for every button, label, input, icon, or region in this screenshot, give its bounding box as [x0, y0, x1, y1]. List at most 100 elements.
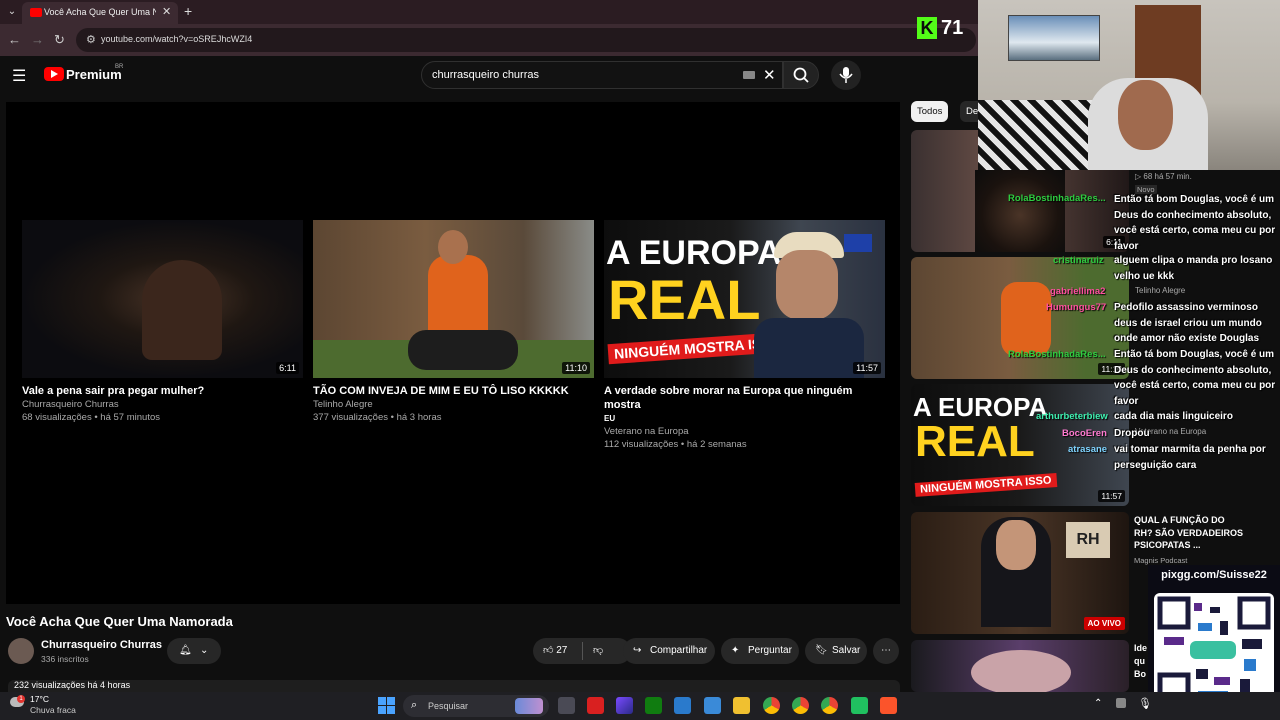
ask-button[interactable]: ✦ Perguntar: [721, 638, 799, 664]
taskbar-search-placeholder[interactable]: Pesquisar: [428, 701, 468, 711]
sidebar-video-2-channel[interactable]: Telinho Alegre: [1135, 286, 1185, 295]
tray-app-icon[interactable]: [1116, 698, 1126, 708]
weather-alert-badge: 1: [17, 695, 25, 703]
youtube-header: ☰ Premium BR churrasqueiro churras ✕: [0, 56, 980, 96]
video-duration: 11:10: [562, 362, 590, 374]
bookmark-icon: 🔖︎: [815, 645, 828, 656]
sidebar-video-4-channel[interactable]: Magnis Podcast: [1134, 556, 1187, 565]
share-button[interactable]: ↪ Compartilhar: [623, 638, 715, 664]
chat-message: cada dia mais linguiceiro: [1114, 411, 1233, 422]
endscreen-stats: 112 visualizações • há 2 semanas: [604, 439, 747, 450]
video-duration: 6:11: [276, 362, 299, 374]
chat-username: Humungus77: [1046, 302, 1107, 313]
back-arrow-icon[interactable]: ←: [8, 32, 21, 47]
vpn-app-icon[interactable]: [616, 697, 633, 714]
sidebar-video-4-title[interactable]: QUAL A FUNÇÃO DO RH? SÃO VERDADEIROS PSI…: [1134, 514, 1244, 552]
search-button[interactable]: [783, 61, 819, 89]
search-input[interactable]: churrasqueiro churras ✕: [421, 61, 783, 89]
address-bar[interactable]: ⚙ youtube.com/watch?v=oSREJhcWZI4: [76, 28, 976, 52]
reload-icon[interactable]: ↻: [54, 32, 65, 48]
chat-message: Dropou: [1114, 428, 1150, 439]
messaging-app-icon[interactable]: [851, 697, 868, 714]
keyboard-icon[interactable]: [743, 71, 755, 79]
tab-close-icon[interactable]: ✕: [162, 5, 171, 18]
endscreen-thumbnail[interactable]: 11:10: [313, 220, 594, 378]
more-vertical-icon: ⋯: [881, 645, 891, 656]
endscreen-channel[interactable]: Veterano na Europa: [604, 425, 885, 438]
youtube-brand[interactable]: Premium: [66, 67, 122, 82]
wall-painting: [1008, 15, 1100, 61]
sidebar-video-4[interactable]: RH AO VIVO: [911, 512, 1129, 634]
inset-video: [975, 170, 1065, 252]
thumbnail-headline: A EUROPA: [606, 234, 782, 272]
browser-tab-active[interactable]: Você Acha Que Quer Uma Namorada ✕: [22, 2, 178, 24]
file-explorer-icon[interactable]: [733, 697, 750, 714]
endscreen-thumbnail[interactable]: 6:11: [22, 220, 303, 378]
endscreen-channel[interactable]: Churrasqueiro Churras: [22, 398, 303, 411]
ask-label: Perguntar: [748, 645, 792, 656]
endscreen-video-title[interactable]: A verdade sobre morar na Europa que ning…: [604, 384, 885, 412]
webcam-overlay: [978, 0, 1280, 170]
remote-desktop-icon[interactable]: [704, 697, 721, 714]
forward-arrow-icon[interactable]: →: [31, 32, 44, 47]
chip-all[interactable]: Todos: [911, 101, 949, 122]
url-text[interactable]: youtube.com/watch?v=oSREJhcWZI4: [101, 34, 252, 44]
endscreen-channel[interactable]: Telinho Alegre: [313, 398, 594, 411]
youtube-app-icon[interactable]: [587, 697, 604, 714]
weather-condition[interactable]: Chuva fraca: [30, 705, 76, 715]
endscreen-video-3[interactable]: A EUROPA REAL NINGUÉM MOSTRA ISSO 11:57 …: [604, 220, 885, 451]
endscreen-video-title[interactable]: TÃO COM INVEJA DE MIM E EU TÔ LISO KKKKK: [313, 384, 594, 398]
chat-message: Pedofilo assassino verminoso deus de isr…: [1114, 302, 1262, 344]
weather-temperature[interactable]: 17°C: [30, 694, 49, 704]
chat-username: atrasane: [1068, 444, 1108, 455]
task-view-icon[interactable]: [558, 697, 575, 714]
sidebar-video-2[interactable]: 11:10: [911, 257, 1129, 379]
chat-username: RolaBostinhadaRes...: [1008, 193, 1106, 204]
microphone-tray-icon[interactable]: 🎙︎: [1138, 697, 1152, 710]
more-actions-button[interactable]: ⋯: [873, 638, 899, 664]
browser-toolbar: ← → ↻ ⚙ youtube.com/watch?v=oSREJhcWZI4: [0, 24, 980, 56]
chrome-alt-icon[interactable]: [821, 697, 838, 714]
endscreen-video-2[interactable]: 11:10 TÃO COM INVEJA DE MIM E EU TÔ LISO…: [313, 220, 594, 424]
notification-bell-button[interactable]: 🔔︎ ⌄: [167, 638, 221, 664]
youtube-logo-icon[interactable]: [44, 67, 64, 81]
save-label: Salvar: [832, 645, 861, 656]
taskbar-search[interactable]: ⌕ Pesquisar: [403, 695, 549, 717]
thumbs-down-icon: 👎︎: [593, 645, 604, 656]
dislike-button[interactable]: 👎︎: [593, 638, 603, 664]
like-button[interactable]: 👍︎ 27: [543, 638, 567, 664]
windows-start-icon[interactable]: [378, 697, 395, 714]
clear-search-icon[interactable]: ✕: [763, 66, 776, 84]
sidebar-video-5-title[interactable]: Ide qu Bo: [1134, 642, 1148, 681]
site-info-icon[interactable]: ⚙: [86, 33, 96, 46]
tab-search-chevron-icon[interactable]: ⌄: [4, 4, 20, 20]
notepad-icon[interactable]: [674, 697, 691, 714]
sidebar-video-5[interactable]: [911, 640, 1129, 692]
endscreen-stats: 68 visualizações • há 57 minutos: [22, 412, 160, 423]
video-player[interactable]: 6:11 Vale a pena sair pra pegar mulher? …: [6, 102, 900, 604]
save-button[interactable]: 🔖︎ Salvar: [805, 638, 867, 664]
chevron-up-icon[interactable]: ⌃: [1094, 698, 1102, 709]
hamburger-menu-icon[interactable]: ☰: [12, 66, 26, 86]
face-shape: [776, 250, 838, 320]
channel-avatar[interactable]: [8, 638, 34, 664]
like-count: 27: [556, 645, 568, 656]
chat-username: BocoEren: [1062, 428, 1107, 439]
channel-name[interactable]: Churrasqueiro Churras: [41, 639, 162, 651]
subscriber-count: 336 inscritos: [41, 654, 89, 664]
chat-username: arthurbeterbiew: [1036, 411, 1108, 422]
voice-search-button[interactable]: [831, 60, 861, 90]
xbox-icon[interactable]: [645, 697, 662, 714]
endscreen-video-1[interactable]: 6:11 Vale a pena sair pra pegar mulher? …: [22, 220, 303, 424]
browser-tab-bar: ⌄ Você Acha Que Quer Uma Namorada ✕ +: [0, 0, 980, 24]
chevron-down-icon: ⌄: [200, 645, 209, 656]
endscreen-thumbnail[interactable]: A EUROPA REAL NINGUÉM MOSTRA ISSO 11:57: [604, 220, 885, 378]
brave-browser-icon[interactable]: [880, 697, 897, 714]
endscreen-video-title[interactable]: Vale a pena sair pra pegar mulher?: [22, 384, 303, 398]
search-query-text[interactable]: churrasqueiro churras: [432, 69, 539, 81]
tab-title: Você Acha Que Quer Uma Namorada: [44, 7, 156, 17]
new-tab-button[interactable]: +: [184, 3, 192, 19]
pix-url: pixgg.com/Suisse22: [1161, 569, 1267, 581]
chrome-profile-icon[interactable]: [792, 697, 809, 714]
chrome-icon[interactable]: [763, 697, 780, 714]
